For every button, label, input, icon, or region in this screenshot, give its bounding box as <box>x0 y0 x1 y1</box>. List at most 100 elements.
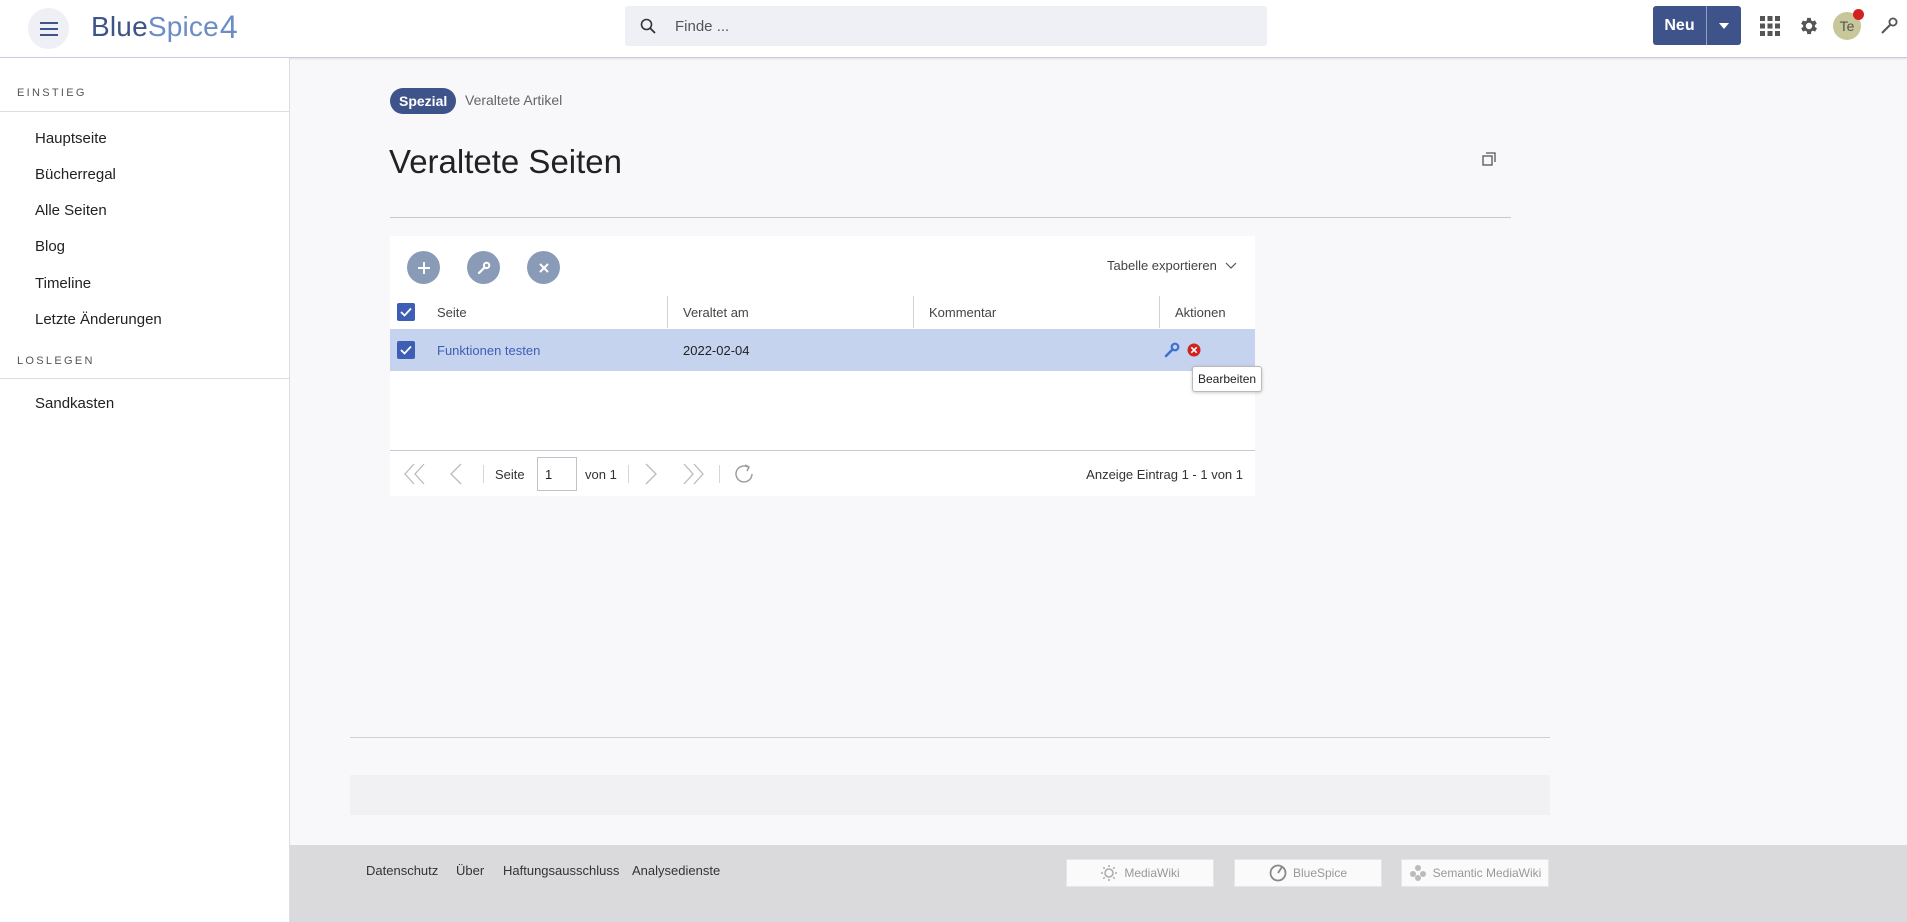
sidebar-divider <box>0 111 289 112</box>
site-footer: Datenschutz Über Haftungsausschluss Anal… <box>290 845 1907 922</box>
grid-icon <box>1760 16 1780 36</box>
caret-down-icon <box>1719 22 1729 29</box>
pagination-toolbar: Seite 1 von 1 Anzeige Eintrag 1 - 1 von … <box>390 450 1255 496</box>
footer-link-ueber[interactable]: Über <box>456 863 484 878</box>
column-separator[interactable] <box>667 296 668 328</box>
sunflower-icon <box>1101 865 1118 881</box>
footer-link-haftungsausschluss[interactable]: Haftungsausschluss <box>503 863 619 878</box>
search-input[interactable] <box>675 17 1235 35</box>
outdated-pages-grid: Tabelle exportieren Seite Veraltet am Ko… <box>390 236 1263 496</box>
next-page-button[interactable] <box>645 451 657 497</box>
settings-button[interactable] <box>1797 14 1821 38</box>
sidebar: EINSTIEG Hauptseite Bücherregal Alle Sei… <box>0 58 290 922</box>
pager-separator <box>483 465 484 483</box>
expand-icon[interactable] <box>1482 152 1496 166</box>
semantic-mediawiki-badge[interactable]: Semantic MediaWiki <box>1401 859 1549 887</box>
page-number-input-wrap[interactable]: 1 <box>537 451 577 497</box>
pager-separator <box>719 465 720 483</box>
add-button[interactable] <box>407 251 440 284</box>
column-separator[interactable] <box>1159 296 1160 328</box>
edit-button[interactable] <box>467 251 500 284</box>
menu-button[interactable] <box>28 8 69 49</box>
notification-dot <box>1853 9 1864 20</box>
previous-page-button[interactable] <box>450 451 462 497</box>
page-title: Veraltete Seiten <box>389 143 622 180</box>
wrench-icon <box>477 261 490 274</box>
logo-text-blue: Blue <box>91 11 148 42</box>
export-table-dropdown[interactable]: Tabelle exportieren <box>1107 258 1237 273</box>
column-header-aktionen: Aktionen <box>1175 304 1226 320</box>
double-chevron-left-icon <box>404 463 425 485</box>
refresh-icon <box>735 464 753 483</box>
smw-badge-label: Semantic MediaWiki <box>1432 866 1542 880</box>
pager-summary: Anzeige Eintrag 1 - 1 von 1 <box>1086 466 1243 482</box>
column-header-kommentar[interactable]: Kommentar <box>929 296 996 328</box>
avatar-initials: Te <box>1839 18 1855 34</box>
close-icon <box>538 262 549 273</box>
title-divider <box>390 217 1511 218</box>
top-header: BlueSpice4 Neu Te <box>0 0 1907 58</box>
row-delete-action[interactable] <box>1187 329 1201 371</box>
delete-button[interactable] <box>527 251 560 284</box>
plus-icon <box>417 261 430 274</box>
search-box[interactable] <box>625 6 1267 46</box>
chevron-down-icon <box>1225 262 1237 269</box>
content-footer-box <box>350 775 1550 815</box>
bluespice-icon <box>1269 864 1287 882</box>
apps-grid-button[interactable] <box>1758 14 1782 38</box>
row-page-link[interactable]: Funktionen testen <box>437 329 540 371</box>
row-edit-action[interactable] <box>1163 329 1181 371</box>
gear-icon <box>1801 17 1817 35</box>
tools-button[interactable] <box>1877 14 1901 38</box>
column-header-seite[interactable]: Seite <box>437 296 467 328</box>
search-icon <box>625 18 671 34</box>
breadcrumb-spezial[interactable]: Spezial <box>390 88 457 114</box>
page-label: Seite <box>495 466 525 482</box>
new-button-label[interactable]: Neu <box>1653 6 1707 45</box>
sidebar-divider <box>0 378 289 379</box>
sidebar-item-sandkasten[interactable]: Sandkasten <box>35 395 114 412</box>
breadcrumb-current: Veraltete Artikel <box>465 92 563 108</box>
export-label: Tabelle exportieren <box>1107 258 1217 273</box>
mediawiki-badge[interactable]: MediaWiki <box>1066 859 1214 887</box>
table-row[interactable]: Funktionen testen 2022-02-04 <box>390 329 1255 371</box>
sidebar-item-alle-seiten[interactable]: Alle Seiten <box>35 202 107 219</box>
first-page-button[interactable] <box>404 451 426 497</box>
refresh-button[interactable] <box>732 451 756 497</box>
mediawiki-badge-label: MediaWiki <box>1124 866 1180 880</box>
logo-text-num: 4 <box>219 8 238 45</box>
column-header-veraltet-am[interactable]: Veraltet am <box>683 296 749 328</box>
smw-icon <box>1409 865 1426 881</box>
check-icon <box>400 345 412 355</box>
check-icon <box>400 307 412 317</box>
column-separator[interactable] <box>913 296 914 328</box>
wrench-icon <box>1164 342 1180 358</box>
delete-icon <box>1187 343 1201 357</box>
bluespice-logo[interactable]: Blue Spice 4 <box>91 9 238 45</box>
table-header: Seite Veraltet am Kommentar Aktionen <box>390 296 1255 328</box>
hamburger-icon <box>39 21 58 36</box>
row-checkbox[interactable] <box>397 329 415 371</box>
sidebar-item-blog[interactable]: Blog <box>35 238 65 255</box>
row-date: 2022-02-04 <box>683 342 750 358</box>
sidebar-item-buecherregal[interactable]: Bücherregal <box>35 166 116 183</box>
wrench-icon <box>1881 17 1898 34</box>
select-all-checkbox[interactable] <box>397 296 415 328</box>
page-number-input[interactable]: 1 <box>537 457 577 491</box>
user-avatar[interactable]: Te <box>1833 9 1864 40</box>
bluespice-badge-label: BlueSpice <box>1292 866 1348 880</box>
new-button[interactable]: Neu <box>1653 6 1741 45</box>
sidebar-item-timeline[interactable]: Timeline <box>35 275 91 292</box>
edit-tooltip: Bearbeiten <box>1192 366 1263 392</box>
new-dropdown-toggle[interactable] <box>1707 6 1741 45</box>
sidebar-item-letzte-aenderungen[interactable]: Letzte Änderungen <box>35 311 162 328</box>
page-total-label: von 1 <box>585 466 617 482</box>
last-page-button[interactable] <box>683 451 705 497</box>
footer-link-datenschutz[interactable]: Datenschutz <box>366 863 438 878</box>
footer-link-analysedienste[interactable]: Analysedienste <box>632 863 720 878</box>
sidebar-item-hauptseite[interactable]: Hauptseite <box>35 130 107 147</box>
sidebar-section-loslegen: LOSLEGEN <box>17 355 95 367</box>
content-footer-divider <box>350 737 1550 738</box>
bluespice-badge[interactable]: BlueSpice <box>1234 859 1382 887</box>
logo-text-spice: Spice <box>147 11 219 42</box>
